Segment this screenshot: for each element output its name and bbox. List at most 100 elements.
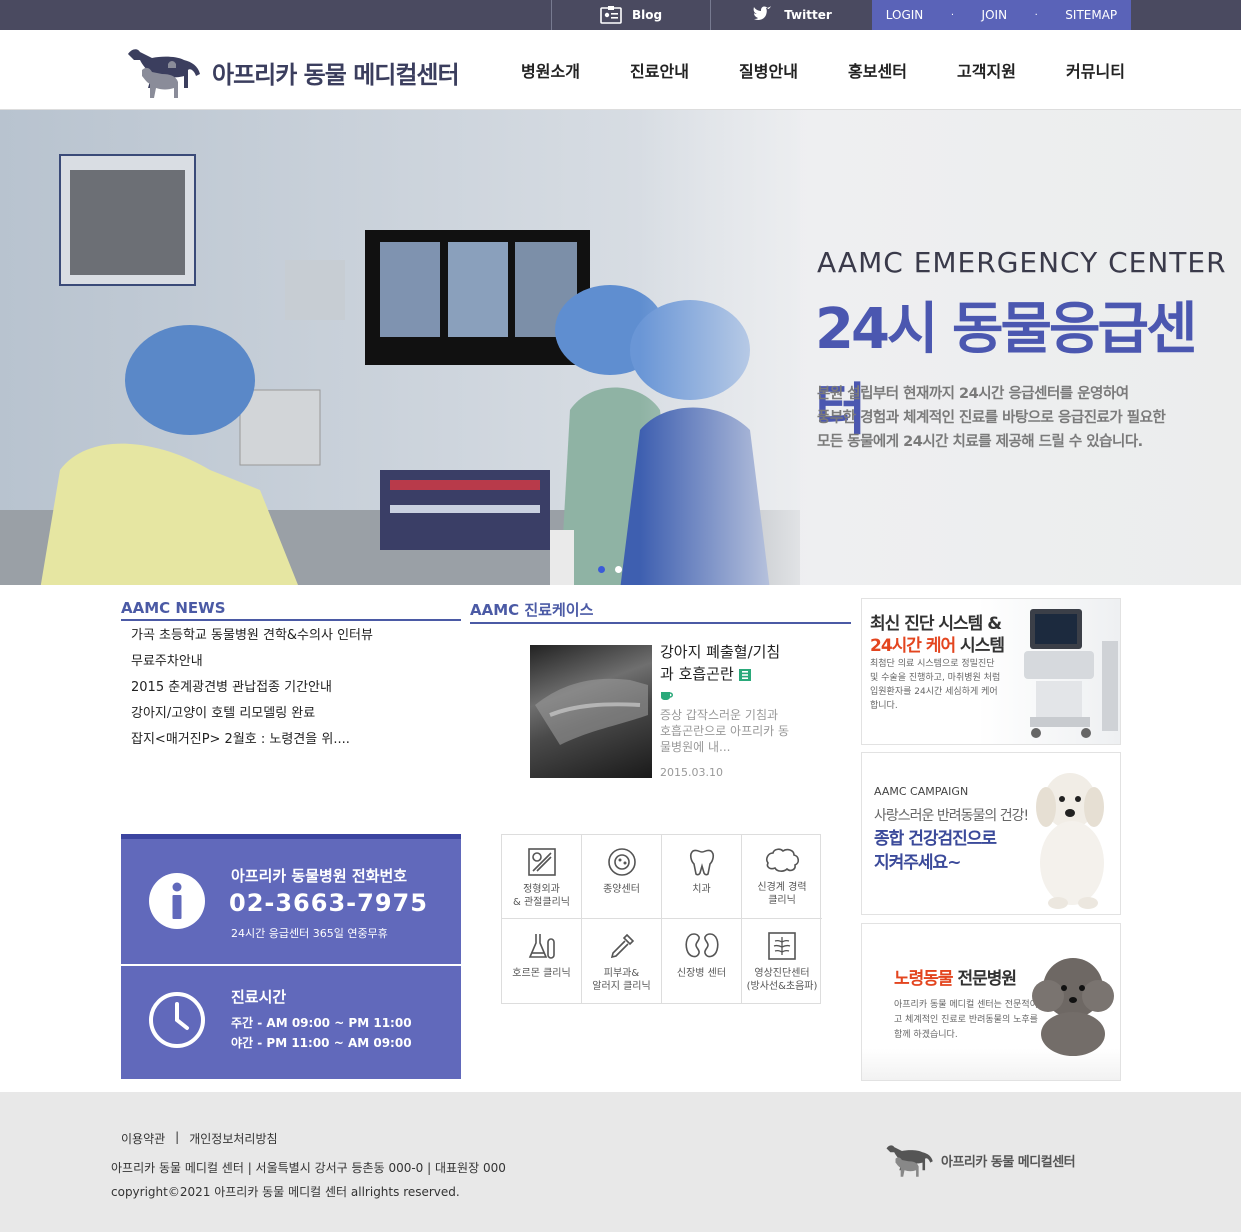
banner3-description: 아프리카 동물 메디컬 센터는 전문적이고 체계적인 진료로 반려동물의 노후를…: [894, 1000, 1038, 1040]
top-bar: Blog Twitter LOGIN · JOIN · SITEMAP: [0, 0, 1241, 30]
clinic-imaging[interactable]: 영상진단센터 (방사선&초음파): [742, 919, 822, 1003]
twitter-link[interactable]: Twitter: [712, 0, 872, 30]
banner1-subtitle: 24시간 케어 시스템: [870, 631, 1005, 656]
nav-item-treatment[interactable]: 진료안내: [605, 30, 714, 110]
terms-link[interactable]: 이용약관: [121, 1130, 165, 1147]
logo-text: 아프리카 동물 메디컬센터: [212, 60, 460, 89]
case-description: 증상 갑작스러운 기침과 호흡곤란으로 아프리카 동물병원에 내...: [660, 708, 790, 754]
hero-desc-line: 본원 설립부터 현재까지 24시간 응급센터를 운영하여: [817, 386, 1129, 402]
clinic-label: 신경계 경력 클리닉: [757, 882, 807, 906]
hero-dot-active[interactable]: [598, 566, 605, 573]
hero-dot[interactable]: [615, 566, 622, 573]
separator-dot: ·: [950, 9, 955, 21]
phone-subtext: 24시간 응급센터 365일 연중무휴: [231, 927, 388, 940]
info-icon: [149, 873, 205, 929]
footer-address: 아프리카 동물 메디컬 센터 | 서울특별시 강서구 등촌동 000-0 | 대…: [111, 1161, 506, 1175]
main-nav: 병원소개 진료안내 질병안내 홍보센터 고객지원 커뮤니티: [496, 30, 1150, 110]
clinic-label: 영상진단센터 (방사선&초음파): [746, 968, 818, 992]
clinic-label: 종양센터: [603, 884, 640, 895]
kidney-icon: [684, 933, 719, 958]
nav-item-about[interactable]: 병원소개: [496, 30, 605, 110]
hours-info-box: 진료시간 주간 - AM 09:00 ~ PM 11:00 야간 - PM 11…: [121, 966, 461, 1079]
separator-dot: ·: [1034, 9, 1038, 21]
nav-item-pr[interactable]: 홍보센터: [823, 30, 932, 110]
privacy-link[interactable]: 개인정보처리방침: [189, 1130, 277, 1147]
coffee-cup-icon: [661, 692, 673, 700]
account-menu: LOGIN · JOIN · SITEMAP: [872, 0, 1131, 30]
clinic-label: 호르몬 클리닉: [512, 968, 571, 979]
footer-logo-text: 아프리카 동물 메디컬센터: [941, 1154, 1076, 1170]
cell-icon: [607, 848, 636, 876]
clinic-dental[interactable]: 치과: [662, 835, 742, 919]
logo-animals-icon: [886, 1145, 933, 1177]
tooth-icon: [689, 849, 714, 876]
clinic-dermatology[interactable]: 피부과& 알러지 클리닉: [582, 919, 662, 1003]
clinic-label: 신장병 센터: [676, 968, 727, 979]
flask-icon: [528, 934, 555, 959]
clinic-oncology[interactable]: 종양센터: [582, 835, 662, 919]
new-badge-icon: [738, 668, 751, 681]
clinic-neurology[interactable]: 신경계 경력 클리닉: [742, 835, 822, 919]
nav-item-support[interactable]: 고객지원: [932, 30, 1041, 110]
news-item[interactable]: 강아지/고양이 호텔 리모델링 완료: [131, 704, 373, 730]
clinic-orthopedics[interactable]: 정형외과 & 관절클리닉: [502, 835, 582, 919]
footer-copyright: copyright©2021 아프리카 동물 메디컬 센터 allrights …: [111, 1185, 460, 1199]
clinic-grid: 정형외과 & 관절클리닉 종양센터 치과 신경계 경력 클리닉 호르몬 클리닉 …: [501, 834, 822, 1004]
clinic-label: 피부과& 알러지 클리닉: [592, 968, 651, 992]
case-title-text: 강아지 폐출혈/기침과 호흡곤란: [660, 643, 781, 683]
nav-item-disease[interactable]: 질병안내: [714, 30, 823, 110]
twitter-bird-icon: [753, 6, 772, 20]
blog-link[interactable]: Blog: [551, 0, 711, 30]
banner2-label: AAMC CAMPAIGN: [874, 785, 969, 798]
puppy-image: [1036, 773, 1104, 909]
news-item[interactable]: 2015 춘계광견병 관납접종 기간안내: [131, 678, 373, 704]
hero-banner: AAMC EMERGENCY CENTER 24시 동물응급센터 본원 설립부터…: [0, 110, 1241, 585]
banner1-subtitle-rest: 시스템: [955, 636, 1005, 656]
nav-item-community[interactable]: 커뮤니티: [1041, 30, 1150, 110]
news-list: 가곡 초등학교 동물병원 견학&수의사 인터뷰 무료주차안내 2015 춘계광견…: [131, 626, 373, 756]
phone-label: 아프리카 동물병원 전화번호: [231, 867, 408, 885]
banner2-title-line: 종합 건강검진으로: [874, 829, 997, 849]
blog-icon: [600, 6, 622, 24]
phone-info-box: 아프리카 동물병원 전화번호 02-3663-7975 24시간 응급센터 36…: [121, 834, 461, 964]
banner1-description: 최첨단 의료 시스템으로 정밀진단 및 수술을 진행하고, 마취병원 처럼 입원…: [870, 659, 1001, 711]
hours-label: 진료시간: [231, 988, 287, 1006]
news-section-title: AAMC NEWS: [121, 599, 461, 621]
sitemap-link[interactable]: SITEMAP: [1065, 8, 1117, 22]
banner2-title: 종합 건강검진으로 지켜주세요~: [874, 827, 997, 875]
clinic-label: 정형외과 & 관절클리닉: [513, 884, 570, 908]
login-link[interactable]: LOGIN: [886, 8, 924, 22]
site-logo[interactable]: 아프리카 동물 메디컬센터: [122, 44, 460, 100]
xray-icon: [768, 932, 796, 960]
case-xray-thumbnail[interactable]: [530, 645, 652, 778]
news-item[interactable]: 잡지<매거진P> 2월호 : 노령견을 위....: [131, 730, 373, 756]
clinic-kidney[interactable]: 신장병 센터: [662, 919, 742, 1003]
site-footer: 이용약관 | 개인정보처리방침 아프리카 동물 메디컬 센터 | 서울특별시 강…: [0, 1092, 1241, 1232]
cases-section-title: AAMC 진료케이스: [470, 599, 851, 624]
news-item[interactable]: 가곡 초등학교 동물병원 견학&수의사 인터뷰: [131, 626, 373, 652]
blog-label: Blog: [631, 8, 663, 22]
phone-number[interactable]: 02-3663-7975: [229, 889, 428, 917]
news-item[interactable]: 무료주차안내: [131, 652, 373, 678]
banner2-title-line: 지켜주세요~: [874, 853, 961, 873]
site-header: 아프리카 동물 메디컬센터 병원소개 진료안내 질병안내 홍보센터 고객지원 커…: [0, 30, 1241, 110]
banner2-tagline: 사랑스러운 반려동물의 건강!: [874, 808, 1029, 824]
case-date: 2015.03.10: [660, 766, 723, 779]
hours-day: 주간 - AM 09:00 ~ PM 11:00: [231, 1016, 412, 1030]
ultrasound-machine-image: [1024, 609, 1118, 738]
join-link[interactable]: JOIN: [982, 8, 1008, 22]
clinic-hormone[interactable]: 호르몬 클리닉: [502, 919, 582, 1003]
hours-night: 야간 - PM 11:00 ~ AM 09:00: [231, 1036, 412, 1050]
clock-icon: [149, 992, 205, 1048]
hero-desc-line: 풍부한 경험과 체계적인 진료를 바탕으로 응급진료가 필요한: [817, 410, 1166, 426]
banner-campaign[interactable]: AAMC CAMPAIGN 사랑스러운 반려동물의 건강! 종합 건강검진으로 …: [861, 752, 1121, 915]
case-title[interactable]: 강아지 폐출혈/기침과 호흡곤란: [660, 641, 790, 707]
twitter-label: Twitter: [784, 8, 832, 22]
banner-diagnosis-system[interactable]: 최신 진단 시스템 & 24시간 케어 시스템 최첨단 의료 시스템으로 정밀진…: [861, 598, 1121, 745]
hero-subtitle: AAMC EMERGENCY CENTER: [817, 246, 1227, 279]
banner3-highlight: 노령동물: [894, 969, 954, 989]
hero-pagination: [598, 566, 622, 573]
dropper-icon: [610, 933, 634, 959]
footer-logo: 아프리카 동물 메디컬센터: [881, 1142, 1076, 1178]
banner-senior-pets[interactable]: 노령동물 전문병원 아프리카 동물 메디컬 센터는 전문적이고 체계적인 진료로…: [861, 923, 1121, 1081]
